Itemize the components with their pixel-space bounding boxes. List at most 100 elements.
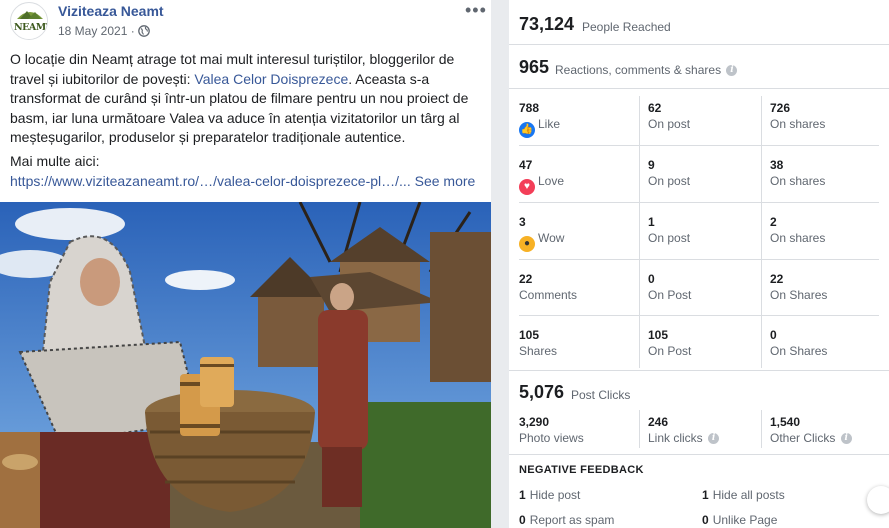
comments-label: Comments [519, 288, 578, 302]
post-insights-panel: 73,124 People Reached 965 Reactions, com… [509, 0, 889, 528]
comments-on-post: 0 [648, 272, 655, 286]
divider [509, 454, 889, 455]
wow-on-post: 1 [648, 215, 655, 229]
divider [519, 315, 879, 316]
hide-post-label: Hide post [529, 488, 581, 502]
post-header: NEAMT Viziteaza Neamt 18 May 2021 · ••• [10, 0, 490, 42]
love-on-shares-label: On shares [770, 174, 826, 188]
wow-on-shares-label: On shares [770, 231, 826, 245]
photo-views-value: 3,290 [519, 415, 550, 429]
column-divider [761, 410, 762, 448]
divider [519, 145, 879, 146]
more-options-icon[interactable]: ••• [465, 0, 487, 21]
wow-icon: ● [519, 236, 535, 252]
report-spam-label: Report as spam [529, 513, 615, 527]
love-on-post-label: On post [648, 174, 691, 188]
divider [509, 370, 889, 371]
divider [509, 44, 889, 45]
info-icon[interactable]: i [708, 433, 720, 445]
photo-views-cell: 3,290 Photo views [519, 415, 584, 446]
more-info: Mai multe aici: https://www.viziteazanea… [10, 152, 488, 191]
shares-total-cell: 105 Shares [519, 328, 557, 359]
shares-on-shares-cell: 0 On Shares [770, 328, 827, 359]
love-total-cell: 47 ♥ Love [519, 158, 564, 195]
like-on-post-cell: 62 On post [648, 101, 690, 132]
love-total: 47 [519, 158, 533, 172]
wow-total-cell: 3 ● Wow [519, 215, 564, 252]
scroll-button[interactable] [867, 486, 889, 514]
comments-total: 22 [519, 272, 533, 286]
love-on-post-cell: 9 On post [648, 158, 690, 189]
post-clicks-value: 5,076 [519, 382, 565, 402]
hide-all-posts-value: 1 [702, 488, 709, 502]
column-divider [639, 410, 640, 448]
wow-on-shares-cell: 2 On shares [770, 215, 825, 246]
wow-on-post-cell: 1 On post [648, 215, 690, 246]
comments-on-post-cell: 0 On Post [648, 272, 691, 303]
like-label: Like [538, 117, 561, 131]
page-name[interactable]: Viziteaza Neamt [58, 3, 164, 19]
screen: NEAMT Viziteaza Neamt 18 May 2021 · ••• … [0, 0, 889, 528]
avatar-text: NEAMT [14, 22, 47, 33]
people-reached-value: 73,124 [519, 14, 575, 34]
other-clicks-value: 1,540 [770, 415, 801, 429]
people-reached-label: People Reached [582, 20, 671, 34]
info-icon[interactable]: i [726, 65, 738, 77]
post-date[interactable]: 18 May 2021 · [58, 24, 135, 38]
shares-on-post-label: On Post [648, 344, 692, 358]
like-total-cell: 788 👍 Like [519, 101, 560, 138]
divider [509, 88, 889, 89]
globe-icon [138, 25, 150, 37]
like-on-shares-label: On shares [770, 117, 826, 131]
hide-post-stat: 1 Hide post [519, 488, 580, 502]
reactions-total-label: Reactions, comments & shares i [555, 63, 738, 77]
unlike-page-stat: 0 Unlike Page [702, 513, 777, 527]
love-on-post: 9 [648, 158, 655, 172]
shares-on-shares-label: On Shares [770, 344, 828, 358]
other-clicks-label: Other Clicks [770, 431, 836, 445]
shares-on-post-cell: 105 On Post [648, 328, 691, 359]
post-url-link[interactable]: https://www.viziteazaneamt.ro/…/valea-ce… [10, 173, 411, 189]
like-on-post-label: On post [648, 117, 691, 131]
love-icon: ♥ [519, 179, 535, 195]
hide-all-posts-stat: 1 Hide all posts [702, 488, 785, 502]
page-avatar[interactable]: NEAMT [10, 2, 48, 40]
other-clicks-cell: 1,540 Other Clicks i [770, 415, 852, 446]
more-label: Mai multe aici: [10, 153, 100, 169]
facebook-post: NEAMT Viziteaza Neamt 18 May 2021 · ••• … [0, 0, 491, 528]
reactions-total-value: 965 [519, 57, 550, 77]
report-spam-value: 0 [519, 513, 526, 527]
hide-all-posts-label: Hide all posts [712, 488, 785, 502]
shares-on-shares: 0 [770, 328, 777, 342]
shares-total: 105 [519, 328, 540, 342]
negative-feedback-title: NEGATIVE FEEDBACK [519, 464, 644, 476]
info-icon[interactable]: i [840, 433, 852, 445]
report-spam-stat: 0 Report as spam [519, 513, 614, 527]
column-divider [761, 96, 762, 368]
post-photo[interactable] [0, 202, 491, 528]
wow-total: 3 [519, 215, 526, 229]
link-clicks-cell: 246 Link clicks i [648, 415, 720, 446]
divider [519, 202, 879, 203]
love-on-shares-cell: 38 On shares [770, 158, 825, 189]
comments-on-shares: 22 [770, 272, 784, 286]
see-more-link[interactable]: See more [415, 173, 476, 189]
unlike-page-value: 0 [702, 513, 709, 527]
wow-on-post-label: On post [648, 231, 691, 245]
wow-on-shares: 2 [770, 215, 777, 229]
comments-on-post-label: On Post [648, 288, 692, 302]
divider [519, 259, 879, 260]
like-on-shares: 726 [770, 101, 791, 115]
like-total: 788 [519, 101, 540, 115]
shares-on-post: 105 [648, 328, 669, 342]
unlike-page-label: Unlike Page [712, 513, 778, 527]
hide-post-value: 1 [519, 488, 526, 502]
comments-on-shares-cell: 22 On Shares [770, 272, 827, 303]
wow-label: Wow [538, 231, 565, 245]
shares-label: Shares [519, 344, 558, 358]
post-location-link[interactable]: Valea Celor Doisprezece [194, 71, 348, 87]
like-icon: 👍 [519, 122, 535, 138]
post-text: O locație din Neamț atrage tot mai mult … [10, 50, 485, 148]
link-clicks-value: 246 [648, 415, 669, 429]
photo-views-label: Photo views [519, 431, 584, 445]
